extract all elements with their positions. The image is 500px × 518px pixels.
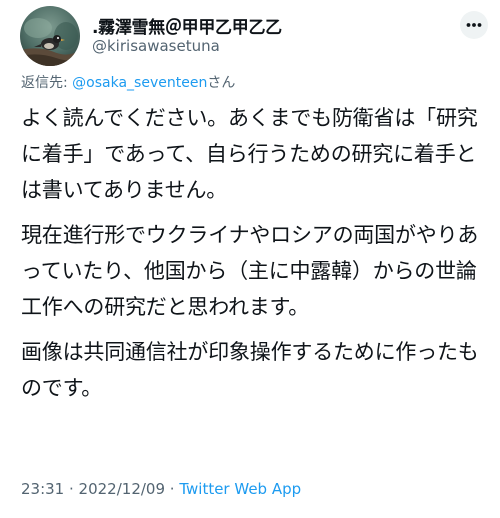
tweet-date[interactable]: 2022/12/09 [79,480,165,498]
reply-suffix: さん [207,75,236,91]
tweet: .霧澤雪無＠甲甲乙甲乙乙 @kirisawasetuna 返信先: @osaka… [0,0,500,518]
reply-prefix: 返信先: [21,75,73,91]
tweet-time[interactable]: 23:31 [21,480,64,498]
avatar[interactable] [20,6,80,66]
bird-photo-avatar-icon [20,6,80,66]
tweet-source-link[interactable]: Twitter Web App [179,480,301,498]
display-name[interactable]: .霧澤雪無＠甲甲乙甲乙乙 [92,13,282,38]
tweet-paragraph: よく読んでください。あくまでも防衛省は「研究に着手」であって、自ら行うための研究… [21,106,478,202]
tweet-text: よく読んでください。あくまでも防衛省は「研究に着手」であって、自ら行うための研究… [21,100,483,415]
meta-separator: · [64,480,79,498]
tweet-meta: 23:31 · 2022/12/09 · Twitter Web App [21,480,301,498]
more-icon [466,23,482,27]
user-handle[interactable]: @kirisawasetuna [92,37,220,55]
tweet-paragraph: 現在進行形でウクライナやロシアの両国がやりあっていたり、他国から（主に中露韓）か… [21,223,479,319]
meta-separator: · [165,480,180,498]
reply-context: 返信先: @osaka_seventeenさん [21,72,235,92]
more-button[interactable] [460,11,488,39]
tweet-paragraph: 画像は共同通信社が印象操作するために作ったものです。 [21,340,479,400]
reply-mention-link[interactable]: @osaka_seventeen [72,75,207,91]
